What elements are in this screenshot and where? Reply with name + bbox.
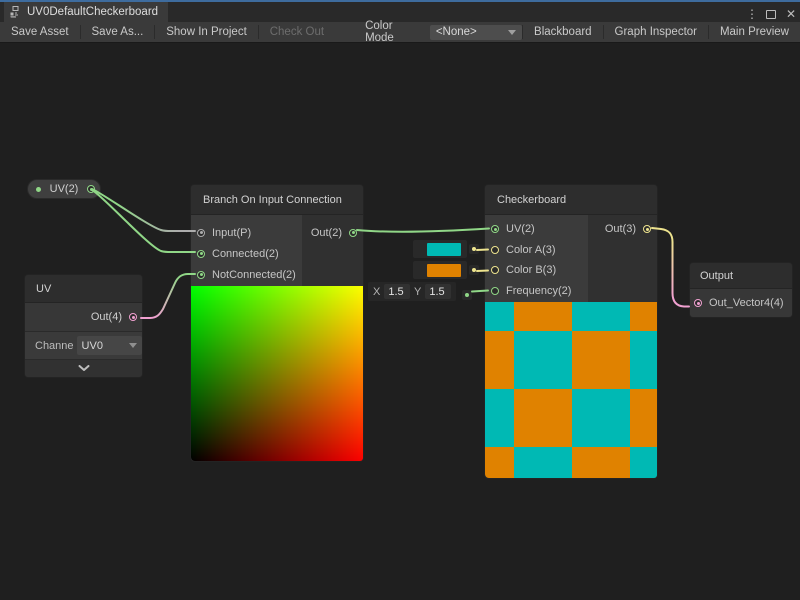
frequency-connector [460, 286, 472, 304]
toolbar: Save Asset Save As... Show In Project Ch… [0, 22, 800, 43]
blackboard-toggle-button[interactable]: Blackboard [523, 22, 603, 42]
check-out-button: Check Out [259, 22, 335, 42]
color-a-box [413, 240, 467, 258]
port-row-frequency: Frequency(2) [485, 281, 588, 302]
port-label: UV(2) [506, 223, 535, 235]
save-as-button[interactable]: Save As... [81, 22, 155, 42]
shader-graph-window: UV0DefaultCheckerboard ⋮ ✕ Save Asset Sa… [0, 0, 800, 600]
node-uv[interactable]: UV Out(4) Channe UV0 [24, 274, 143, 378]
port-row-uv: UV(2) [485, 219, 588, 240]
port-row-color-b: Color B(3) [485, 260, 588, 281]
port-branch-input[interactable] [197, 229, 205, 237]
port-label: NotConnected(2) [212, 269, 296, 281]
port-checker-out[interactable] [643, 225, 651, 233]
port-checker-color-b[interactable] [491, 266, 499, 274]
tab-strip: UV0DefaultCheckerboard ⋮ ✕ [0, 2, 800, 22]
tab-shader-graph[interactable]: UV0DefaultCheckerboard [4, 2, 168, 22]
port-label: Input(P) [212, 227, 251, 239]
port-label: Connected(2) [212, 248, 279, 260]
port-label: Out_Vector4(4) [709, 297, 784, 309]
node-output[interactable]: Output Out_Vector4(4) [689, 262, 793, 318]
node-title: Checkerboard [485, 185, 657, 215]
uv-gradient-preview [191, 286, 364, 461]
frequency-y-label: Y [414, 286, 421, 298]
property-dot-icon [36, 187, 41, 192]
show-in-project-button[interactable]: Show In Project [155, 22, 258, 42]
port-checker-color-a[interactable] [491, 246, 499, 254]
channel-label: Channe [35, 340, 74, 352]
color-b-connector-dot [469, 265, 479, 275]
channel-dropdown[interactable]: UV0 [77, 336, 142, 355]
shader-graph-icon [10, 6, 22, 18]
frequency-field: X 1.5 Y 1.5 [368, 282, 456, 301]
color-mode-dropdown[interactable]: <None> [430, 25, 522, 40]
color-mode-label: Color Mode [335, 22, 430, 42]
collapse-preview-button[interactable] [25, 360, 142, 377]
port-branch-notconnected[interactable] [197, 271, 205, 279]
port-row-out4: Out(4) [25, 303, 142, 332]
pill-label: UV(2) [47, 183, 81, 195]
port-row-out-vector4: Out_Vector4(4) [690, 289, 792, 317]
color-b-box [413, 261, 467, 279]
color-a-field [413, 240, 479, 258]
port-label: Out(4) [91, 311, 122, 323]
port-label: Out(2) [311, 227, 342, 239]
color-a-swatch[interactable] [427, 243, 461, 256]
port-label: Out(3) [605, 223, 636, 235]
frequency-connector-dot [462, 290, 472, 300]
checkerboard-preview [485, 302, 658, 478]
save-asset-button[interactable]: Save Asset [0, 22, 80, 42]
color-mode-value: <None> [436, 26, 477, 38]
channel-value: UV0 [82, 340, 103, 352]
port-branch-out[interactable] [349, 229, 357, 237]
port-label: Frequency(2) [506, 285, 571, 297]
port-checker-frequency[interactable] [491, 287, 499, 295]
node-title: UV [25, 275, 142, 303]
port-checker-uv[interactable] [491, 225, 499, 233]
color-a-connector-dot [469, 244, 479, 254]
node-checkerboard[interactable]: Checkerboard UV(2) Color A(3) Color B(3) [484, 184, 658, 479]
tab-title: UV0DefaultCheckerboard [27, 6, 158, 18]
channel-row: Channe UV0 [25, 332, 142, 360]
chevron-down-icon [78, 365, 90, 372]
port-uv2-pill-out[interactable] [87, 185, 95, 193]
port-label: Color A(3) [506, 244, 556, 256]
color-b-field [413, 261, 479, 279]
node-uv2-property-pill[interactable]: UV(2) [27, 179, 101, 199]
graph-inspector-toggle-button[interactable]: Graph Inspector [604, 22, 708, 42]
chevron-down-icon [129, 343, 137, 348]
main-preview-toggle-button[interactable]: Main Preview [709, 22, 800, 42]
port-row-connected: Connected(2) [191, 243, 302, 264]
color-b-swatch[interactable] [427, 264, 461, 277]
window-controls: ⋮ ✕ [746, 4, 796, 24]
port-row-out: Out(2) [302, 222, 363, 243]
port-row-input: Input(P) [191, 222, 302, 243]
port-row-out: Out(3) [588, 219, 657, 240]
window-maximize-icon[interactable] [766, 10, 776, 19]
port-label: Color B(3) [506, 264, 556, 276]
port-output-vector4[interactable] [694, 299, 702, 307]
port-row-notconnected: NotConnected(2) [191, 264, 302, 285]
node-branch-on-input-connection[interactable]: Branch On Input Connection Input(P) Conn… [190, 184, 364, 462]
frequency-x-input[interactable]: 1.5 [384, 284, 410, 299]
node-title: Output [690, 263, 792, 289]
window-close-icon[interactable]: ✕ [786, 7, 796, 21]
port-branch-connected[interactable] [197, 250, 205, 258]
frequency-y-input[interactable]: 1.5 [425, 284, 451, 299]
window-menu-icon[interactable]: ⋮ [746, 7, 756, 21]
port-row-color-a: Color A(3) [485, 240, 588, 261]
frequency-x-label: X [373, 286, 380, 298]
port-uv-out4[interactable] [129, 313, 137, 321]
node-title: Branch On Input Connection [191, 185, 363, 215]
chevron-down-icon [508, 30, 516, 35]
